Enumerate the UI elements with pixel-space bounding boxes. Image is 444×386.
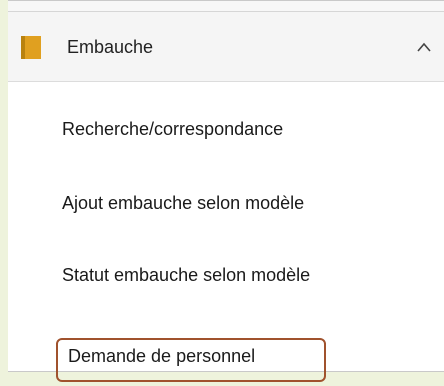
section-title: Embauche [67, 37, 154, 57]
menu-item-ajout-embauche[interactable]: Ajout embauche selon modèle [62, 192, 304, 214]
navigation-menu: Embauche Recherche/correspondance Ajout … [8, 0, 444, 382]
chevron-up-icon[interactable] [416, 40, 432, 54]
page-background: Embauche Recherche/correspondance Ajout … [0, 0, 444, 386]
menu-section-embauche[interactable]: Embauche [8, 12, 444, 82]
menu-item-statut-embauche[interactable]: Statut embauche selon modèle [62, 264, 310, 286]
previous-menu-item-edge [8, 1, 444, 12]
folder-icon [21, 36, 41, 59]
menu-item-demande-de-personnel[interactable]: Demande de personnel [56, 338, 326, 382]
menu-item-recherche-correspondance[interactable]: Recherche/correspondance [62, 118, 283, 140]
